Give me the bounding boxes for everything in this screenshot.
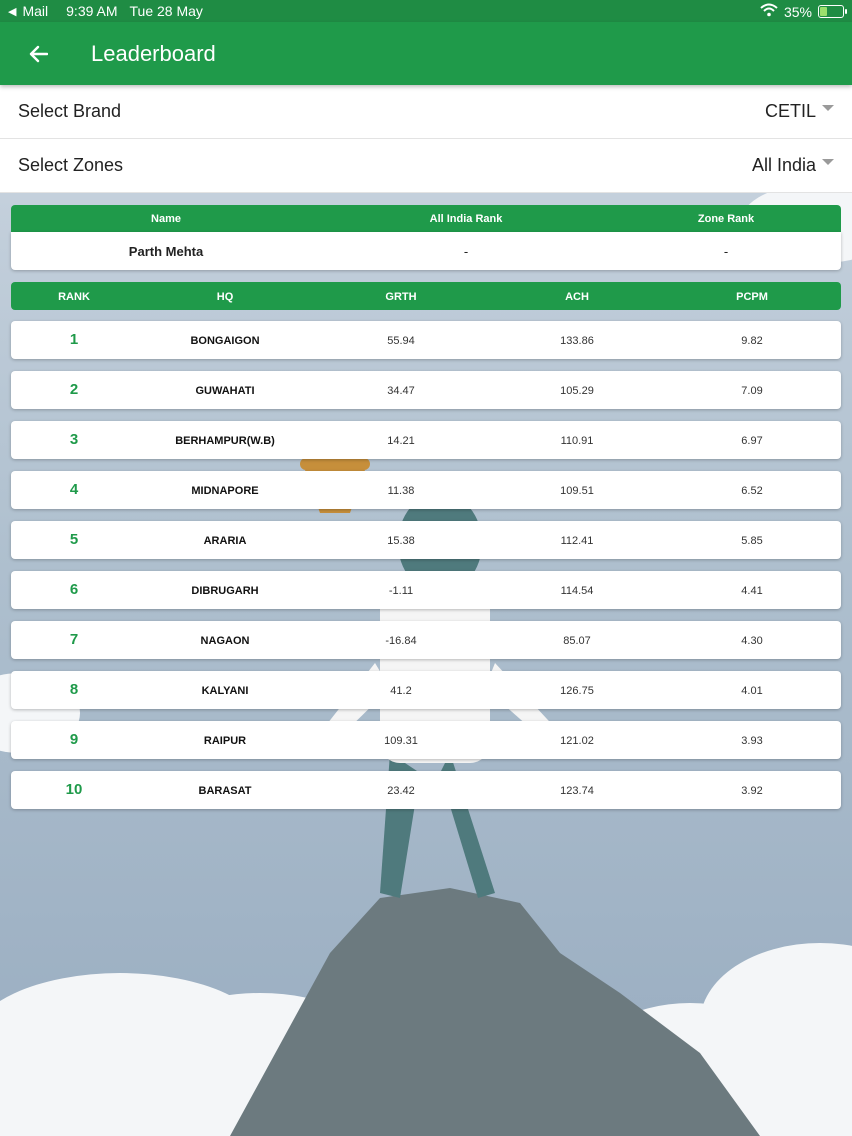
leaderboard-header: RANK HQ GRTH ACH PCPM [11,282,841,310]
row-pcpm: 6.97 [741,435,763,447]
zone-value: All India [751,155,816,175]
page-title: Leaderboard [91,41,216,66]
leaderboard-row[interactable]: 8 KALYANI 41.2 126.75 4.01 [11,671,841,709]
zone-label: Select Zones [18,155,124,175]
brand-label: Select Brand [18,101,122,121]
row-grth: 23.42 [387,785,415,797]
leaderboard-row[interactable]: 3 BERHAMPUR(W.B) 14.21 110.91 6.97 [11,421,841,459]
leaderboard-row[interactable]: 9 RAIPUR 109.31 121.02 3.93 [11,721,841,759]
row-ach: 121.02 [560,735,594,747]
row-hq: NAGAON [200,635,250,647]
battery-charging-icon [818,5,847,18]
row-rank: 5 [69,531,79,548]
back-app-label[interactable]: Mail [22,3,48,19]
row-rank: 7 [69,631,79,648]
row-ach: 110.91 [560,435,594,447]
leaderboard-row[interactable]: 10 BARASAT 23.42 123.74 3.92 [11,771,841,809]
brand-value: CETIL [764,101,816,121]
row-rank: 4 [69,481,79,498]
row-hq: BERHAMPUR(W.B) [175,435,275,447]
row-grth: 34.47 [387,385,415,397]
caret-down-icon [822,104,834,111]
row-pcpm: 4.01 [741,685,763,697]
leaderboard-row[interactable]: 5 ARARIA 15.38 112.41 5.85 [11,521,841,559]
row-grth: -16.84 [385,635,417,647]
header-pcpm: PCPM [736,291,768,303]
leaderboard-row[interactable]: 2 GUWAHATI 34.47 105.29 7.09 [11,371,841,409]
row-grth: 55.94 [387,335,415,347]
row-ach: 123.74 [560,785,594,797]
header-hq: HQ [216,291,234,303]
row-grth: 11.38 [387,485,415,497]
status-time: 9:39 AM [66,3,118,19]
user-summary-row: Parth Mehta - - [11,232,841,270]
back-to-app-icon[interactable]: ◀ [8,5,16,18]
battery-percent: 35% [783,3,812,20]
header-grth: GRTH [385,291,417,303]
leaderboard-row[interactable]: 1 BONGAIGON 55.94 133.86 9.82 [11,321,841,359]
row-pcpm: 6.52 [741,485,763,497]
row-pcpm: 9.82 [741,335,763,347]
header-zone-rank: Zone Rank [697,213,755,225]
row-grth: -1.11 [388,585,414,597]
row-grth: 14.21 [387,435,415,447]
brand-dropdown[interactable]: CETIL [765,101,834,122]
header-all-india-rank: All India Rank [429,213,503,225]
row-rank: 6 [69,581,79,598]
zone-selector[interactable]: Select Zones All India [0,139,852,193]
user-summary-header: Name All India Rank Zone Rank [11,205,841,232]
row-ach: 112.41 [560,535,594,547]
row-pcpm: 4.30 [741,635,763,647]
row-ach: 126.75 [560,685,594,697]
row-grth: 109.31 [384,735,418,747]
row-rank: 10 [65,781,83,798]
arrow-left-icon [29,45,48,63]
row-hq: MIDNAPORE [191,485,259,497]
leaderboard-row[interactable]: 7 NAGAON -16.84 85.07 4.30 [11,621,841,659]
row-pcpm: 3.92 [741,785,763,797]
row-rank: 9 [69,731,79,748]
status-date: Tue 28 May [129,3,203,19]
row-pcpm: 5.85 [741,535,763,547]
header-name: Name [151,213,181,225]
header-rank: RANK [58,291,90,303]
row-hq: BARASAT [198,785,252,797]
row-hq: GUWAHATI [195,385,255,397]
row-hq: DIBRUGARH [191,585,259,597]
row-rank: 2 [69,381,79,398]
row-rank: 3 [69,431,79,448]
row-pcpm: 3.93 [741,735,763,747]
row-hq: ARARIA [203,535,247,547]
row-ach: 85.07 [563,635,591,647]
leaderboard-row[interactable]: 4 MIDNAPORE 11.38 109.51 6.52 [11,471,841,509]
row-rank: 1 [69,331,79,348]
status-bar: ◀ Mail 9:39 AM Tue 28 May 35% [0,0,852,22]
row-hq: RAIPUR [203,735,247,747]
row-ach: 133.86 [560,335,594,347]
zone-dropdown[interactable]: All India [752,155,834,176]
row-pcpm: 4.41 [741,585,763,597]
user-all-india-rank: - [463,244,469,259]
brand-selector[interactable]: Select Brand CETIL [0,85,852,139]
row-ach: 114.54 [560,585,594,597]
leaderboard-row[interactable]: 6 DIBRUGARH -1.11 114.54 4.41 [11,571,841,609]
user-name: Parth Mehta [128,244,204,259]
caret-down-icon [822,158,834,165]
row-ach: 109.51 [560,485,594,497]
row-hq: KALYANI [201,685,249,697]
user-zone-rank: - [723,244,729,259]
row-rank: 8 [69,681,79,698]
app-bar: Leaderboard [0,22,852,85]
row-grth: 15.38 [387,535,415,547]
row-ach: 105.29 [560,385,594,397]
header-ach: ACH [565,291,589,303]
wifi-icon [760,3,778,20]
back-button[interactable] [20,36,56,72]
row-grth: 41.2 [390,685,412,697]
row-pcpm: 7.09 [741,385,763,397]
row-hq: BONGAIGON [190,335,260,347]
